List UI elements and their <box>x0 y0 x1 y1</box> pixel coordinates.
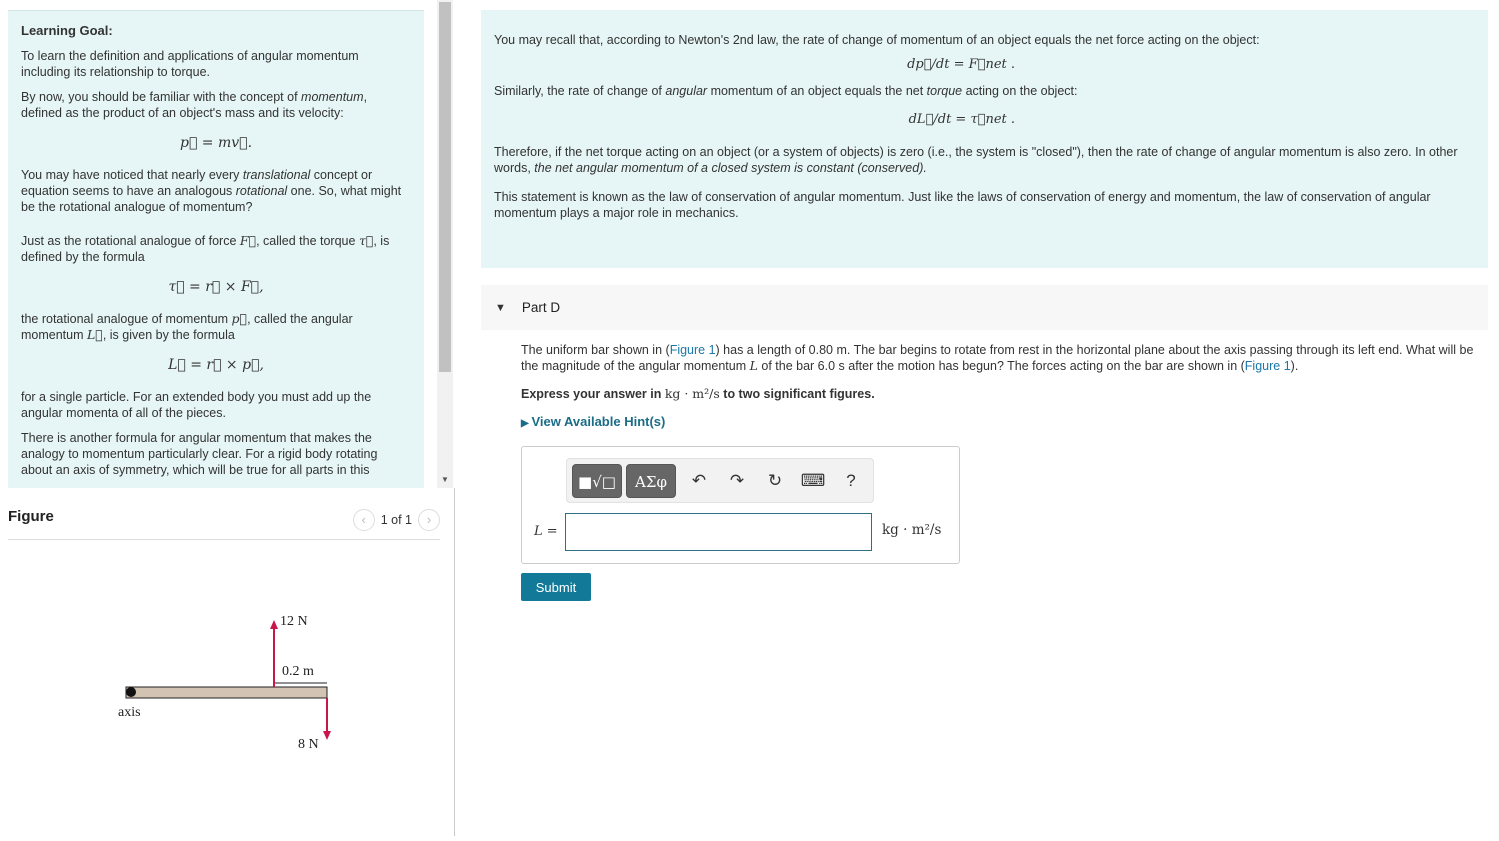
reset-icon[interactable]: ↻ <box>756 471 794 491</box>
math-toolbar: ■√□ ΑΣφ ↶ ↷ ↻ ⌨ ? <box>566 458 874 503</box>
undo-icon[interactable]: ↶ <box>680 471 718 491</box>
answer-box: ■√□ ΑΣφ ↶ ↷ ↻ ⌨ ? L = kg · m²/s <box>521 446 960 564</box>
help-icon[interactable]: ? <box>832 471 870 491</box>
torque-text: Just as the rotational analogue of force… <box>21 233 390 264</box>
figure-header: Figure ‹ 1 of 1 › <box>8 505 440 540</box>
angular-momentum-equation: L⃗ = r⃗ × p⃗, <box>168 357 264 373</box>
divider <box>454 488 455 836</box>
expand-triangle-icon: ▶ <box>521 418 532 429</box>
angular-momentum-text: the rotational analogue of momentum p⃗, … <box>21 311 353 342</box>
express-instruction: Express your answer in kg · m²/s to two … <box>521 386 875 401</box>
momentum-equation: p⃗ = mv⃗. <box>179 135 253 151</box>
momentum-text: By now, you should be familiar with the … <box>21 90 368 120</box>
conservation-text: Therefore, if the net torque acting on a… <box>494 145 1458 175</box>
figure-1-diagram: 12 N 0.2 m 8 N axis <box>118 614 331 752</box>
bar <box>125 686 328 699</box>
submit-button[interactable]: Submit <box>521 573 591 601</box>
figure-title: Figure <box>8 508 54 525</box>
axis-pivot <box>126 687 136 697</box>
question: The uniform bar shown in (Figure 1) has … <box>521 342 1481 444</box>
answer-unit: kg · m²/s <box>882 522 942 538</box>
force-equation: dp⃗/dt = F⃗net . <box>907 57 1015 72</box>
keyboard-icon[interactable]: ⌨ <box>794 471 832 491</box>
torque-equation: τ⃗ = r⃗ × F⃗, <box>168 279 264 295</box>
learning-goal-panel: Learning Goal: To learn the definition a… <box>8 10 424 488</box>
collapse-triangle-icon[interactable]: ▼ <box>495 302 506 314</box>
part-label: Part D <box>521 300 561 315</box>
torque-intro-text: Similarly, the rate of change of angular… <box>494 84 1078 98</box>
figure-page-count: 1 of 1 <box>380 513 412 527</box>
redo-icon[interactable]: ↷ <box>718 471 756 491</box>
analogue-text: You may have noticed that nearly every t… <box>21 168 402 214</box>
force-down-label: 8 N <box>298 737 319 752</box>
answer-input[interactable] <box>565 513 872 551</box>
view-hints-link[interactable]: ▶ View Available Hint(s) <box>521 414 1481 432</box>
scrollbar-thumb[interactable] <box>439 2 451 372</box>
prev-figure-icon[interactable]: ‹ <box>352 509 375 531</box>
templates-button[interactable]: ■√□ <box>572 463 622 498</box>
next-figure-icon[interactable]: › <box>418 509 440 531</box>
question-text: The uniform bar shown in (Figure 1) has … <box>521 343 1474 373</box>
learning-goal-title: Learning Goal: <box>21 23 113 38</box>
scroll-down-arrow-icon[interactable]: ▼ <box>441 475 449 484</box>
intro-text: To learn the definition and applications… <box>21 49 359 79</box>
figure-link[interactable]: Figure 1 <box>670 343 716 357</box>
law-text: This statement is known as the law of co… <box>494 190 1431 220</box>
info-panel: You may recall that, according to Newton… <box>481 10 1488 268</box>
force-up-label: 12 N <box>280 614 308 629</box>
left-panel-scrollbar[interactable]: ▼ <box>437 0 453 488</box>
answer-label: L = <box>534 524 558 539</box>
newton-text: You may recall that, according to Newton… <box>494 33 1260 47</box>
figure-link[interactable]: Figure 1 <box>1245 359 1291 373</box>
torque-rate-equation: dL⃗/dt = τ⃗net . <box>908 112 1015 127</box>
axis-label: axis <box>118 705 141 720</box>
greek-symbols-button[interactable]: ΑΣφ <box>626 463 676 498</box>
extended-body-text: for a single particle. For an extended b… <box>21 390 372 420</box>
rigid-body-text: There is another formula for angular mom… <box>21 431 378 477</box>
figure-pager: ‹ 1 of 1 › <box>352 509 440 531</box>
part-d-header[interactable]: ▼ Part D <box>481 285 1488 330</box>
distance-label: 0.2 m <box>282 664 314 679</box>
